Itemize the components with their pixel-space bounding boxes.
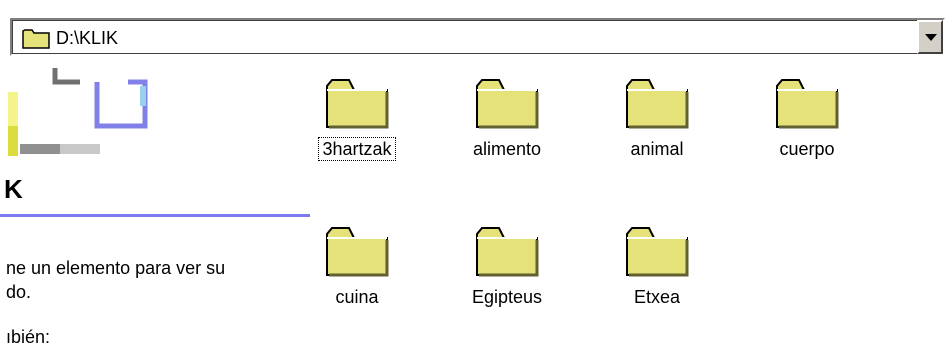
folder-label: Etxea (633, 287, 681, 307)
folder-icon (476, 227, 539, 277)
folder-item-cuerpo[interactable]: cuerpo (747, 72, 867, 172)
chevron-down-icon (925, 34, 937, 41)
folder-icon (626, 79, 689, 129)
pane-description-line: ne un elemento para ver su (6, 258, 226, 278)
folder-icon (776, 79, 839, 129)
folder-label: Egipteus (471, 287, 543, 307)
folder-item-animal[interactable]: animal (597, 72, 717, 172)
folder-label: alimento (472, 139, 542, 159)
folder-label: 3hartzak (318, 137, 396, 161)
folder-icon (22, 29, 50, 49)
folder-label: cuerpo (779, 139, 835, 159)
address-path[interactable]: D:\KLIK (56, 27, 118, 49)
address-combobox[interactable]: D:\KLIK (10, 18, 945, 56)
pane-description: ne un elemento para ver su do. (6, 256, 306, 304)
address-bar-area: D:\KLIK (0, 0, 949, 68)
folder-item-alimento[interactable]: alimento (447, 72, 567, 172)
folder-label: animal (630, 139, 684, 159)
folder-icon (626, 227, 689, 277)
pane-title: K (4, 174, 23, 204)
folder-icon (326, 79, 389, 129)
folder-item-etxea[interactable]: Etxea (597, 220, 717, 320)
folder-icon (476, 79, 539, 129)
folder-item-egipteus[interactable]: Egipteus (447, 220, 567, 320)
address-dropdown-button[interactable] (917, 20, 943, 54)
folder-item-3hartzak[interactable]: 3hartzak (297, 72, 417, 172)
pane-description-line: do. (6, 282, 32, 302)
folder-item-cuina[interactable]: cuina (297, 220, 417, 320)
webview-info-pane: K ne un elemento para ver su do. ıbién: (0, 68, 320, 345)
pane-divider (0, 214, 310, 217)
folder-icon (326, 227, 389, 277)
see-also-label: ıbién: (6, 327, 51, 345)
folder-label: cuina (335, 287, 379, 307)
folder-banner-graphic (8, 68, 148, 156)
